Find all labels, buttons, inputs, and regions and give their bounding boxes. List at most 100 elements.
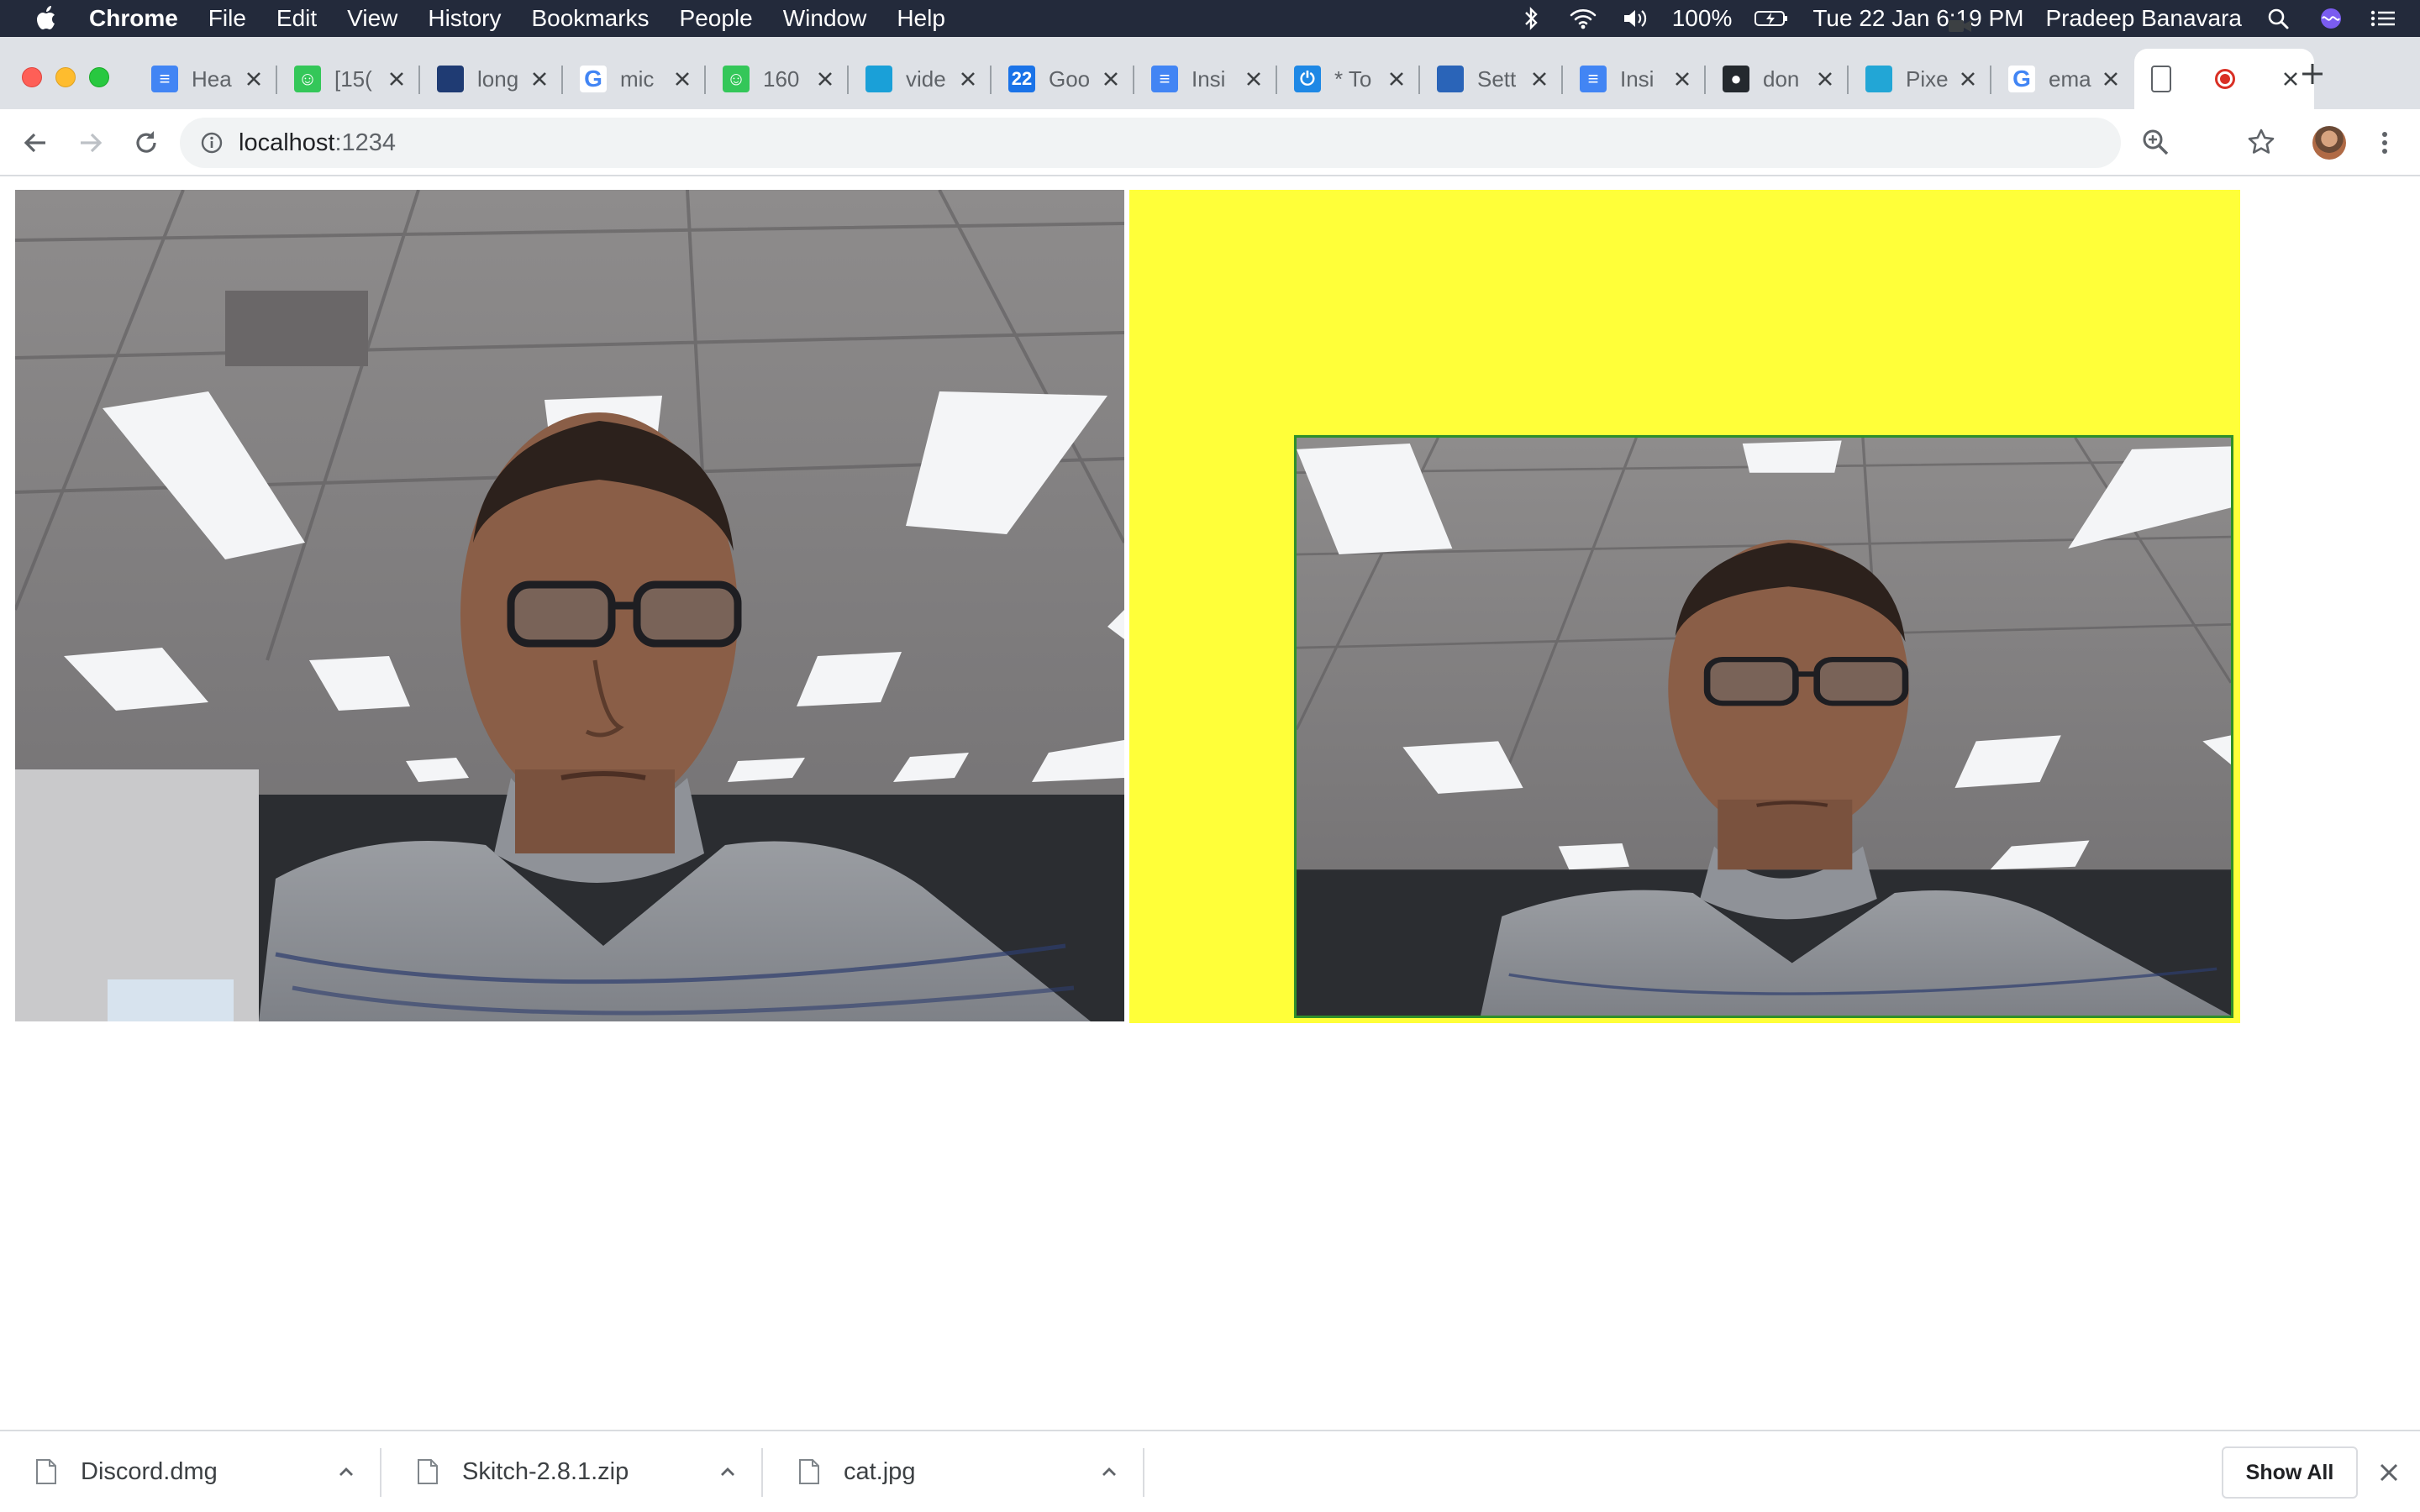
file-icon xyxy=(799,1459,819,1484)
close-tab-icon[interactable] xyxy=(1958,69,1978,89)
yellow-canvas[interactable] xyxy=(1129,190,2240,1023)
window-zoom-button[interactable] xyxy=(89,67,109,87)
site-info-icon[interactable] xyxy=(200,131,224,155)
bookmark-star-icon[interactable] xyxy=(2247,128,2275,156)
calendar-icon: 22 xyxy=(1008,66,1035,92)
browser-tab[interactable]: Gmic xyxy=(563,49,706,109)
macos-menubar: Chrome File Edit View History Bookmarks … xyxy=(0,0,2420,37)
tab-title: Insi xyxy=(1192,66,1226,92)
browser-tab[interactable]: Sett xyxy=(1420,49,1563,109)
download-item[interactable]: Skitch-2.8.1.zip xyxy=(381,1431,763,1512)
download-filename: cat.jpg xyxy=(844,1457,916,1485)
file-icon xyxy=(418,1459,438,1484)
page-icon xyxy=(2151,66,2171,92)
close-tab-icon[interactable] xyxy=(387,69,407,89)
file-icon xyxy=(36,1459,56,1484)
browser-tab[interactable]: ≡ Insi xyxy=(1563,49,1706,109)
notification-center-icon[interactable] xyxy=(2368,6,2398,31)
tab-title: long xyxy=(477,66,519,92)
spotlight-search-icon[interactable] xyxy=(2264,6,2294,31)
show-all-downloads-button[interactable]: Show All xyxy=(2222,1446,2358,1499)
forward-arrow-icon[interactable] xyxy=(76,128,106,158)
browser-tab[interactable]: Pixe xyxy=(1849,49,1991,109)
close-tab-icon[interactable] xyxy=(244,69,264,89)
menubar-user[interactable]: Pradeep Banavara xyxy=(2045,5,2242,32)
close-shelf-icon[interactable] xyxy=(2378,1462,2400,1483)
browser-tab[interactable]: vide xyxy=(849,49,992,109)
browser-tab[interactable]: ☺ [15( xyxy=(277,49,420,109)
browser-tab[interactable]: ☺ 160 xyxy=(706,49,849,109)
close-tab-icon[interactable] xyxy=(958,69,978,89)
menu-help[interactable]: Help xyxy=(897,5,945,32)
volume-icon[interactable] xyxy=(1620,6,1650,31)
menu-history[interactable]: History xyxy=(428,5,501,32)
battery-charging-icon[interactable] xyxy=(1754,6,1791,31)
site-icon xyxy=(1437,66,1464,92)
chevron-up-icon[interactable] xyxy=(718,1462,738,1482)
wifi-icon[interactable] xyxy=(1568,6,1598,31)
tab-strip: ≡ Hea ☺ [15(long Gmic ☺ 160 vide 22 Goo ≡ Insi ⏻ * To… xyxy=(0,37,2420,109)
browser-toolbar: localhost:1234 xyxy=(0,20,2420,176)
browser-tab[interactable]: ● don xyxy=(1706,49,1849,109)
browser-tab[interactable]: ≡ Insi xyxy=(1134,49,1277,109)
close-tab-icon[interactable] xyxy=(1529,69,1549,89)
url-text[interactable]: localhost:1234 xyxy=(239,129,396,157)
browser-tab[interactable]: Gema xyxy=(1991,49,2134,109)
tab-title: [15( xyxy=(334,66,372,92)
menu-file[interactable]: File xyxy=(208,5,246,32)
download-filename: Discord.dmg xyxy=(81,1457,218,1485)
close-tab-icon[interactable] xyxy=(529,69,550,89)
site-icon xyxy=(1865,66,1892,92)
site-icon xyxy=(437,66,464,92)
download-separator xyxy=(1143,1448,1144,1497)
download-item[interactable]: cat.jpg xyxy=(763,1431,1144,1512)
menu-people[interactable]: People xyxy=(680,5,753,32)
close-tab-icon[interactable] xyxy=(815,69,835,89)
tab-title: vide xyxy=(906,66,946,92)
tab-title: * To xyxy=(1334,66,1372,92)
browser-tab[interactable]: ⏻ * To xyxy=(1277,49,1420,109)
chevron-up-icon[interactable] xyxy=(336,1462,356,1482)
menu-app-name[interactable]: Chrome xyxy=(89,5,178,32)
browser-tab[interactable]: ≡ Hea xyxy=(134,49,277,109)
download-item[interactable]: Discord.dmg xyxy=(0,1431,381,1512)
camera-in-use-icon[interactable] xyxy=(1946,12,1975,40)
window-close-button[interactable] xyxy=(22,67,42,87)
window-minimize-button[interactable] xyxy=(55,67,76,87)
google-icon: G xyxy=(580,66,607,92)
download-shelf: Discord.dmg Skitch-2.8.1.zip cat.jpg Show … xyxy=(0,1430,2420,1512)
tab-title: ema xyxy=(2049,66,2091,92)
menu-bookmarks[interactable]: Bookmarks xyxy=(531,5,649,32)
chevron-up-icon[interactable] xyxy=(1099,1462,1119,1482)
browser-tab[interactable]: 22 Goo xyxy=(992,49,1134,109)
tab-title: don xyxy=(1763,66,1800,92)
url-port: :1234 xyxy=(334,129,397,156)
site-icon xyxy=(865,66,892,92)
close-tab-icon[interactable] xyxy=(672,69,692,89)
menu-view[interactable]: View xyxy=(347,5,397,32)
close-tab-icon[interactable] xyxy=(1815,69,1835,89)
browser-tab[interactable]: long xyxy=(420,49,563,109)
close-tab-icon[interactable] xyxy=(1244,69,1264,89)
back-arrow-icon[interactable] xyxy=(20,128,50,158)
new-tab-plus-icon[interactable] xyxy=(2297,59,2328,89)
apple-icon[interactable] xyxy=(34,4,59,33)
siri-icon[interactable] xyxy=(2316,6,2346,31)
bluetooth-icon[interactable] xyxy=(1516,6,1546,31)
zoom-icon[interactable] xyxy=(2141,128,2170,156)
reload-icon[interactable] xyxy=(131,128,161,158)
address-bar[interactable]: localhost:1234 xyxy=(180,20,2121,168)
browser-tab[interactable] xyxy=(2134,49,2314,109)
menu-edit[interactable]: Edit xyxy=(276,5,317,32)
profile-avatar[interactable] xyxy=(2312,126,2346,160)
webcam-video[interactable] xyxy=(15,190,1124,1021)
close-tab-icon[interactable] xyxy=(1101,69,1121,89)
menubar-clock[interactable]: Tue 22 Jan 6:19 PM xyxy=(1812,5,2023,32)
menu-window[interactable]: Window xyxy=(783,5,867,32)
close-tab-icon[interactable] xyxy=(1386,69,1407,89)
page-content xyxy=(0,176,2420,1430)
smiley-icon: ☺ xyxy=(294,66,321,92)
chrome-menu-kebab-icon[interactable] xyxy=(2370,128,2400,158)
close-tab-icon[interactable] xyxy=(1672,69,1692,89)
close-tab-icon[interactable] xyxy=(2101,69,2121,89)
